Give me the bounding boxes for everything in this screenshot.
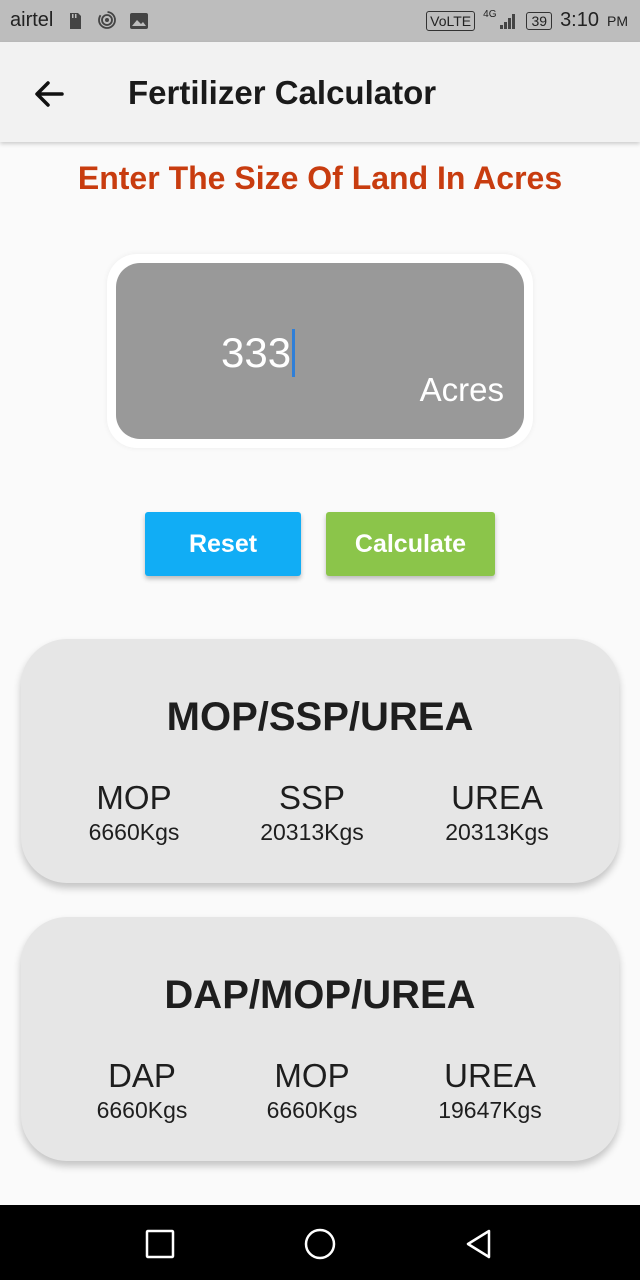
- clock-ampm: PM: [607, 12, 628, 29]
- result-item: MOP 6660Kgs: [49, 779, 219, 847]
- fertilizer-amount: 20313Kgs: [260, 819, 364, 845]
- status-left: airtel: [10, 9, 149, 32]
- carrier-name: airtel: [10, 9, 54, 31]
- recents-square-icon[interactable]: [143, 1227, 177, 1261]
- fertilizer-amount: 6660Kgs: [96, 1097, 188, 1123]
- sd-card-icon: [70, 12, 82, 29]
- signal-icon: [500, 13, 516, 29]
- fertilizer-amount: 6660Kgs: [88, 819, 180, 845]
- card-title: DAP/MOP/UREA: [164, 973, 476, 1017]
- page-title: Fertilizer Calculator: [128, 74, 437, 111]
- fertilizer-amount: 20313Kgs: [445, 819, 549, 845]
- home-circle-icon[interactable]: [303, 1227, 337, 1261]
- app-bar: Fertilizer Calculator: [0, 42, 640, 142]
- text-cursor: [292, 329, 296, 377]
- arrow-left-icon[interactable]: [28, 72, 72, 116]
- reset-button[interactable]: Reset: [145, 512, 301, 576]
- clock-time: 3:10: [560, 9, 599, 31]
- land-size-prompt: Enter The Size Of Land In Acres: [77, 160, 563, 196]
- status-right: VoLTE 4G 39 3:10 PM: [426, 9, 628, 32]
- calculate-button[interactable]: Calculate: [326, 512, 495, 576]
- result-item: UREA 19647Kgs: [405, 1057, 575, 1125]
- land-size-input[interactable]: 333 Acres: [116, 263, 524, 439]
- battery-icon: 39: [526, 11, 553, 30]
- result-card-mop-ssp-urea: MOP/SSP/UREA MOP 6660Kgs SSP 20313Kgs UR…: [21, 639, 619, 883]
- status-bar: airtel VoLTE 4G 39 3:10 PM: [0, 0, 640, 42]
- fertilizer-name: SSP: [278, 779, 346, 816]
- fertilizer-name: DAP: [108, 1057, 176, 1094]
- back-triangle-icon[interactable]: [462, 1227, 496, 1261]
- fertilizer-name: UREA: [444, 1057, 536, 1094]
- result-item: UREA 20313Kgs: [412, 779, 582, 847]
- fertilizer-name: MOP: [96, 779, 172, 816]
- volte-badge: VoLTE: [426, 10, 476, 31]
- result-card-dap-mop-urea: DAP/MOP/UREA DAP 6660Kgs MOP 6660Kgs URE…: [21, 917, 619, 1161]
- fertilizer-name: MOP: [274, 1057, 350, 1094]
- land-size-value[interactable]: 333: [221, 329, 291, 377]
- result-item: DAP 6660Kgs: [57, 1057, 227, 1125]
- card-title: MOP/SSP/UREA: [166, 695, 474, 739]
- land-size-value-wrap[interactable]: 333: [221, 329, 296, 377]
- image-icon: [130, 12, 149, 29]
- result-item: MOP 6660Kgs: [227, 1057, 397, 1125]
- land-size-field[interactable]: 333 Acres: [107, 254, 533, 448]
- fertilizer-name: UREA: [451, 779, 543, 816]
- acres-suffix: Acres: [419, 371, 504, 408]
- fertilizer-amount: 6660Kgs: [266, 1097, 358, 1123]
- result-item: SSP 20313Kgs: [227, 779, 397, 847]
- network-type: 4G: [483, 9, 497, 20]
- system-nav-bar: [0, 1205, 640, 1280]
- fertilizer-amount: 19647Kgs: [438, 1097, 542, 1123]
- hotspot-icon: [98, 10, 117, 29]
